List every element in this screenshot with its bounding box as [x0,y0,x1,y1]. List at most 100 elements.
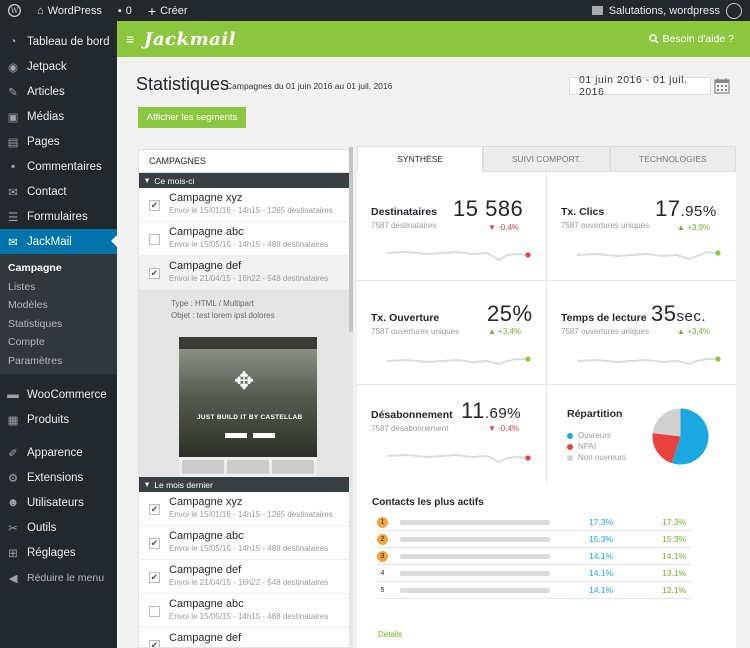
sidebar-item-utilisateurs[interactable]: ☻ Utilisateurs [0,490,117,515]
sidebar-item-r-duire-le-menu[interactable]: ◀ Réduire le menu [0,565,117,590]
campaign-checkbox[interactable]: ✔ [149,200,160,211]
preview-footer [179,457,317,477]
group-this-month[interactable]: ▾ Ce mois-ci [139,173,350,188]
sidebar-item-label: Commentaires [27,160,102,173]
campaign-row[interactable]: ✔Campagne defEnvoi le 21/04/15 - 16h22 -… [139,256,350,290]
campaign-row[interactable]: ✔ Campagne abc Envoi le 15/05/15 - 14h15 -… [139,526,350,560]
campaign-text: Campagne def Envoi le 21/04/15 - 16h22 - … [169,564,328,587]
mail-icon: ✉ [8,186,18,199]
group-last-month[interactable]: ▾ Le mois dernier [139,477,350,492]
sidebar-item-extensions[interactable]: ⚙ Extensions [0,465,117,490]
sidebar-item-contact[interactable]: ✉ Contact [0,179,117,204]
collapse-icon: ◀ [8,572,18,585]
submenu-item[interactable]: Compte [0,333,117,352]
show-segments-button[interactable]: Afficher les segments [138,107,246,128]
campaign-row[interactable]: ✔Campagne defEnvoi le 21/04/15 - 16h22 -… [139,628,350,647]
page-subtitle: Campagnes du 01 juin 2016 au 01 juil. 20… [226,81,393,91]
campaign-subject: Objet : test lorem ipsl dolores [171,311,275,320]
wordpress-icon: W [8,4,21,17]
sidebar-item-formulaires[interactable]: ☰ Formulaires [0,204,117,229]
stat-sub: 7587 ouvertures uniques [561,221,650,230]
sidebar-item-m-dias[interactable]: ▣ Médias [0,104,117,129]
rank-badge: 2 [377,533,388,545]
campaign-row[interactable]: ✔ Campagne defEnvoi le 21/04/15 - 16h22 -… [139,560,350,594]
campaign-checkbox[interactable]: ✔ [149,268,160,279]
campaign-checkbox[interactable]: ✔ [149,538,160,549]
submenu-item[interactable]: Paramètres [0,352,117,371]
tab-suivi[interactable]: SUIVI COMPORT. [483,146,610,172]
sidebar-item-label: Outils [27,521,57,534]
pages-icon: ▤ [7,136,19,149]
value-main: 11 [461,398,485,423]
stat-ouverture: Tx. Ouverture 7587 ouvertures uniques 25… [357,281,546,384]
wp-logo[interactable]: W [0,0,29,21]
comments-link[interactable]: ▪ 0 [110,0,140,21]
blurred-email [400,570,550,576]
value-main: 17 [655,196,681,221]
users-icon: ☻ [6,496,20,509]
sidebar-item-label: Apparence [27,446,83,459]
campaign-row[interactable]: ✔ Campagne xyz Envoi le 15/01/16 - 14h15 -… [139,492,350,526]
campaign-row[interactable]: Campagne abc Envoi le 15/05/15 - 14h15 - … [139,594,350,628]
new-content-button[interactable]: + Créer [140,0,196,21]
jackmail-topbar: ≡ Jackmail Besoin d'aide ? [117,21,750,57]
legend-label: NPAI [578,442,597,451]
svg-text:W: W [11,6,19,15]
campaign-checkbox[interactable]: ✔ [149,640,160,647]
contact-row[interactable]: 2 15.3% 15.3% [377,531,693,548]
details-link[interactable]: Détails [378,630,402,639]
campaign-row[interactable]: Campagne abc Envoi le 15/05/15 - 14h15 - … [139,222,350,256]
site-name[interactable]: ⌂ WordPress [29,0,110,21]
campaign-checkbox[interactable] [149,234,160,245]
campaign-info: Envoi le 21/04/15 - 16h22 - 548 destinat… [169,578,329,587]
sidebar-item-label: Tableau de bord [27,35,110,48]
sidebar-item-tableau-de-bord[interactable]: ◔ Tableau de bord [0,29,117,54]
sidebar-item-r-glages[interactable]: ⊞ Réglages [0,540,117,565]
campaign-name: Campagne xyz [169,496,243,508]
sidebar-item-jackmail[interactable]: ✉ JackMail [0,229,117,254]
submenu-item[interactable]: Modèles [0,296,117,315]
click-rate: 14.1% [662,551,687,561]
campaign-checkbox[interactable] [149,606,160,617]
sidebar-item-jetpack[interactable]: ◉ Jetpack [0,54,117,79]
campaign-row[interactable]: ✔ Campagne xyz Envoi le 15/01/16 - 14h15 -… [139,188,350,222]
calendar-icon[interactable] [714,77,730,94]
preview-hero [179,349,317,457]
plugin-icon: ⚙ [7,472,19,485]
top-contacts: Contacts les plus actifs 1 17.3% 17.3% 2 15.… [357,484,736,648]
email-preview[interactable]: ✥ JUST BUILD IT BY CASTELLAB [179,337,317,477]
hamburger-icon[interactable]: ≡ [126,31,138,47]
sidebar-item-outils[interactable]: ✂ Outils [0,515,117,540]
sidebar-item-woocommerce[interactable]: ▬ WooCommerce [0,382,117,407]
sidebar-item-pages[interactable]: ▤ Pages [0,129,117,154]
stat-label: Désabonnement [371,409,453,421]
sidebar-item-commentaires[interactable]: ▪ Commentaires [0,154,117,179]
contact-row[interactable]: 3 14.1% 14.1% [377,548,693,565]
contact-row[interactable]: 1 17.3% 17.3% [377,514,693,531]
sidebar-item-articles[interactable]: ✎ Articles [0,79,117,104]
delta-value: +3,4% [498,327,522,336]
stat-label: Tx. Clics [561,206,605,218]
sidebar-item-produits[interactable]: ▦ Produits [0,407,117,432]
contact-row[interactable]: 4 14.1% 13.1% [377,565,693,582]
contact-row[interactable]: 5 14.1% 12.1% [377,582,693,599]
campaign-info: Envoi le 15/05/15 - 14h15 - 488 destinat… [169,544,329,553]
campaign-checkbox[interactable]: ✔ [149,572,160,583]
campaign-text: Campagne abc Envoi le 15/05/15 - 14h15 - … [169,226,328,249]
submenu-item[interactable]: Campagne [0,259,117,278]
submenu-item[interactable]: Statistiques [0,315,117,334]
search-icon [648,34,659,44]
scrollbar-thumb[interactable] [349,147,353,332]
submenu-item[interactable]: Listes [0,278,117,297]
tab-synthese[interactable]: SYNTHÈSE [357,146,484,172]
help-link[interactable]: Besoin d'aide ? [648,33,734,45]
sidebar-item-label: Jetpack [27,60,67,73]
date-range-input[interactable]: 01 juin 2016 - 01 juil. 2016 [569,74,711,98]
comments-icon: ▪ [10,160,16,173]
tab-technologies[interactable]: TECHNOLOGIES [609,146,736,172]
account-menu[interactable]: Salutations, wordpress [584,0,750,21]
sidebar-item-apparence[interactable]: ✐ Apparence [0,440,117,465]
campaign-checkbox[interactable]: ✔ [149,504,160,515]
site-name-label: WordPress [47,4,102,17]
legend-label: Non ouvreurs [578,453,627,462]
